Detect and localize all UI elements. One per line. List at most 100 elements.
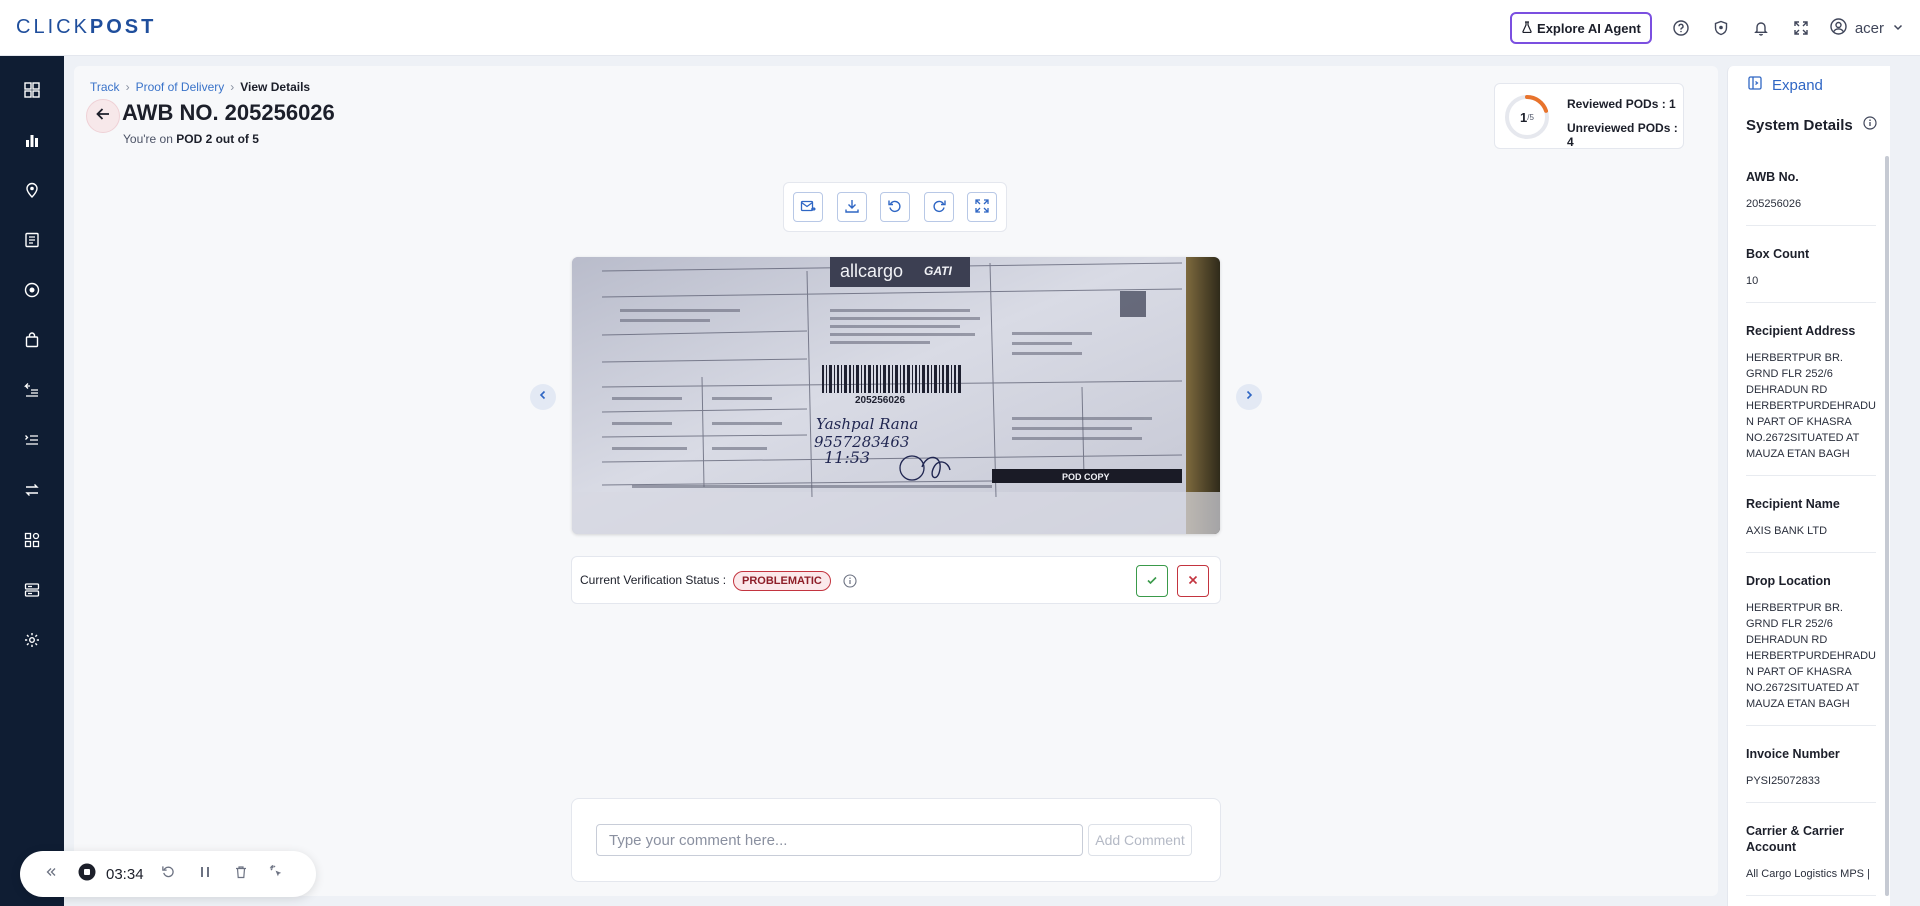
help-icon[interactable] — [1670, 17, 1692, 39]
reviewed-pods-text: Reviewed PODs : 1 — [1567, 97, 1676, 111]
stop-recording-button[interactable] — [76, 863, 98, 885]
pod-brand-text: allcargo — [840, 261, 903, 281]
next-pod-button[interactable] — [1236, 384, 1262, 410]
system-details-heading: System Details — [1746, 116, 1853, 134]
gear-icon[interactable] — [20, 628, 44, 652]
breadcrumb-current: View Details — [240, 80, 311, 94]
breadcrumb: Track › Proof of Delivery › View Details — [90, 80, 310, 94]
bag-icon[interactable] — [20, 328, 44, 352]
user-avatar-icon — [1830, 17, 1847, 39]
field-recipient-address: Recipient Address HERBERTPUR BR. GRND FL… — [1746, 323, 1876, 476]
exchange-icon[interactable] — [20, 478, 44, 502]
pod-handwriting-name: Yashpal Rana — [816, 415, 918, 433]
rotate-right-icon — [931, 198, 947, 217]
pod-awb-text: 205256026 — [855, 395, 905, 406]
record-stop-icon — [78, 863, 96, 886]
explore-ai-agent-label: Explore AI Agent — [1537, 20, 1641, 36]
info-icon[interactable] — [1863, 116, 1877, 134]
header-actions: Explore AI Agent acer — [1510, 12, 1904, 44]
reject-button[interactable] — [1177, 565, 1209, 597]
verification-status-bar: Current Verification Status : PROBLEMATI… — [571, 556, 1221, 604]
chevron-down-icon — [1892, 20, 1904, 37]
verification-status-label: Current Verification Status : — [580, 573, 727, 587]
back-button[interactable] — [86, 99, 120, 133]
fullscreen-button[interactable] — [967, 192, 997, 222]
comment-input[interactable] — [596, 824, 1083, 856]
chevron-right-icon: › — [125, 80, 130, 94]
restart-icon — [161, 864, 176, 884]
chevron-right-icon — [1243, 388, 1255, 406]
double-chevron-left-icon — [45, 865, 57, 883]
rotate-right-button[interactable] — [923, 192, 954, 222]
location-pin-icon[interactable] — [20, 178, 44, 202]
fullscreen-icon[interactable] — [1790, 17, 1812, 39]
field-invoice-number: Invoice Number PYSI25072833 — [1746, 746, 1876, 803]
chevron-left-icon — [537, 388, 549, 406]
field-value: All Cargo Logistics MPS | — [1746, 868, 1870, 880]
field-label: Box Count — [1746, 247, 1810, 261]
analytics-icon[interactable] — [20, 128, 44, 152]
pod-position-prefix: You're on — [123, 132, 173, 146]
add-comment-button[interactable]: Add Comment — [1088, 824, 1192, 856]
screen-recorder-widget: 03:34 — [20, 851, 316, 897]
breadcrumb-track[interactable]: Track — [90, 80, 120, 94]
effects-button[interactable] — [266, 863, 288, 885]
page-title: AWB NO. 205256026 — [122, 100, 335, 125]
rotate-left-button[interactable] — [880, 192, 910, 222]
apps-icon[interactable] — [20, 528, 44, 552]
comment-box: Add Comment — [571, 798, 1221, 882]
field-label: Drop Location — [1746, 574, 1831, 588]
bell-icon[interactable] — [1750, 17, 1772, 39]
field-value: 205256026 — [1746, 198, 1802, 210]
user-menu[interactable]: acer — [1830, 17, 1904, 39]
clickpost-logo[interactable]: CLICKPOST — [16, 16, 156, 39]
dashboard-icon[interactable] — [20, 78, 44, 102]
pause-icon — [198, 865, 212, 884]
field-label: AWB No. — [1746, 170, 1799, 184]
explore-ai-agent-button[interactable]: Explore AI Agent — [1510, 12, 1652, 44]
pod-document-image[interactable]: allcargo GATI 205256026 Yashpal Rana 955… — [572, 257, 1220, 534]
field-value: 10 — [1746, 275, 1759, 287]
close-icon — [1187, 574, 1199, 589]
email-forward-button[interactable] — [793, 192, 823, 222]
field-label: Invoice Number — [1746, 747, 1840, 761]
restart-recording-button[interactable] — [158, 863, 180, 885]
image-toolbar — [783, 182, 1007, 232]
left-sidebar — [0, 56, 64, 906]
field-value: PYSI25072833 — [1746, 775, 1821, 787]
field-recipient-name: Recipient Name AXIS BANK LTD — [1746, 496, 1876, 553]
circle-target-icon[interactable] — [20, 278, 44, 302]
expand-label: Expand — [1772, 76, 1823, 94]
pod-brand2-text: GATI — [924, 264, 952, 278]
pod-handwriting-time: 11:53 — [824, 448, 870, 467]
panel-scrollbar[interactable] — [1885, 156, 1889, 896]
user-name: acer — [1854, 19, 1884, 37]
chevron-right-icon: › — [230, 80, 235, 94]
approve-button[interactable] — [1136, 565, 1168, 597]
field-awb-no: AWB No. 205256026 — [1746, 169, 1876, 226]
pod-position-value: POD 2 out of 5 — [176, 132, 259, 146]
field-label: Recipient Address — [1746, 324, 1856, 338]
unreviewed-pods-text: Unreviewed PODs : 4 — [1567, 121, 1678, 149]
delete-recording-button[interactable] — [230, 863, 252, 885]
system-details-fields: AWB No. 205256026 Box Count 10 Recipient… — [1746, 169, 1876, 906]
main-panel: Track › Proof of Delivery › View Details… — [74, 66, 1718, 896]
arrow-left-icon — [95, 106, 111, 127]
server-icon[interactable] — [20, 578, 44, 602]
pod-document-photo: allcargo GATI 205256026 Yashpal Rana 955… — [572, 257, 1220, 534]
download-button[interactable] — [836, 192, 867, 222]
pause-recording-button[interactable] — [194, 863, 216, 885]
orders-list-icon[interactable] — [20, 428, 44, 452]
expand-button[interactable]: Expand — [1748, 76, 1823, 94]
collapse-recorder-button[interactable] — [40, 863, 62, 885]
info-icon[interactable] — [843, 574, 857, 588]
system-details-panel: Expand System Details AWB No. 205256026 … — [1727, 66, 1890, 906]
list-icon[interactable] — [20, 228, 44, 252]
review-progress-card: 1/5 Reviewed PODs : 1 Unreviewed PODs : … — [1494, 83, 1684, 149]
breadcrumb-proof-of-delivery[interactable]: Proof of Delivery — [136, 80, 225, 94]
field-value: HERBERTPUR BR. GRND FLR 252/6 DEHRADUN R… — [1746, 602, 1876, 710]
shield-icon[interactable] — [1710, 17, 1732, 39]
returns-icon[interactable] — [20, 378, 44, 402]
pod-copy-stamp: POD COPY — [1062, 472, 1110, 482]
previous-pod-button[interactable] — [530, 384, 556, 410]
